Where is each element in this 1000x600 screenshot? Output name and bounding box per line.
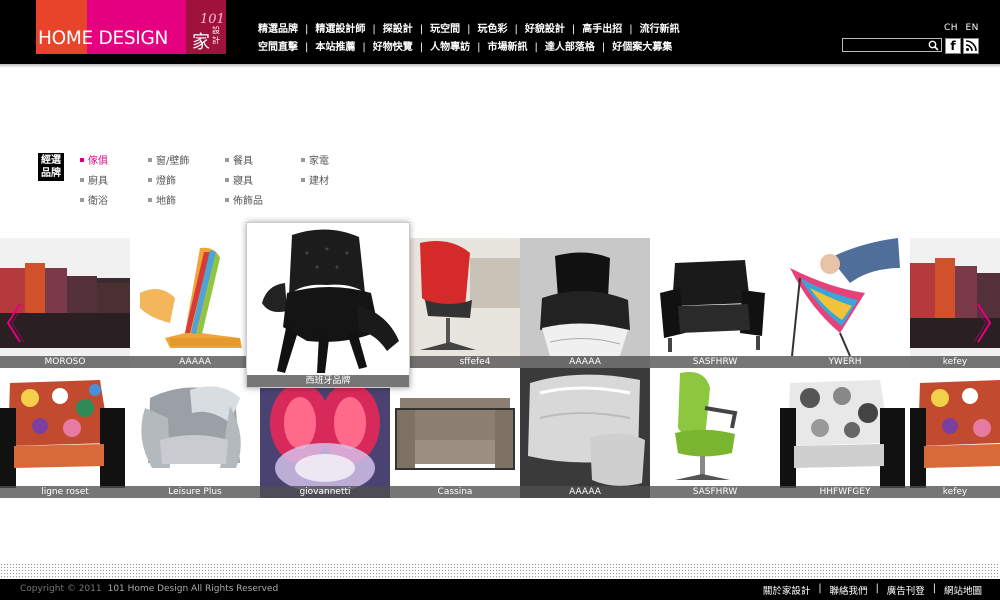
nav-item[interactable]: 空間直擊: [258, 42, 298, 54]
footer-links: 關於家設計 | 聯絡我們 | 廣告刊登 | 網站地圖: [762, 583, 982, 597]
category-label: 經選品牌: [38, 153, 64, 181]
nav-item[interactable]: 好貌設計: [525, 24, 565, 36]
nav-item[interactable]: 流行新訊: [640, 24, 680, 36]
product-caption: YWERH: [780, 356, 910, 368]
footer-link-contact[interactable]: 聯絡我們: [830, 583, 868, 597]
product-caption: SASFHRW: [650, 356, 780, 368]
language-switch: CH EN: [944, 23, 983, 33]
logo[interactable]: 101 HOME DESIGN 家 設計: [36, 0, 226, 54]
product-caption: kefey: [910, 356, 1000, 368]
product-caption: ligne roset: [0, 486, 130, 498]
footer-link-sitemap[interactable]: 網站地圖: [944, 583, 982, 597]
product-caption: giovannetti: [260, 486, 390, 498]
category-materials[interactable]: 建材: [301, 172, 329, 187]
product-caption: Cassina: [390, 486, 520, 498]
page: 101 HOME DESIGN 家 設計 精選品牌 | 精選設計師 | 探設計 | 玩…: [0, 0, 1000, 600]
category-floor[interactable]: 地飾: [148, 192, 176, 207]
product-caption: 西班牙品牌: [247, 375, 409, 387]
footer: Copyright © 2011 101 Home Design All Righ…: [0, 579, 1000, 600]
product-tile-aaaaa-1[interactable]: AAAAA: [130, 238, 260, 368]
nav-item[interactable]: 好個案大募集: [612, 42, 672, 54]
category-tableware[interactable]: 餐具: [225, 152, 253, 167]
nav-item[interactable]: 探設計: [383, 24, 413, 36]
product-image: [675, 372, 738, 480]
facebook-icon[interactable]: f: [945, 38, 961, 54]
product-image: [790, 238, 900, 357]
product-tile-featured[interactable]: 西班牙品牌: [246, 222, 410, 388]
rss-icon[interactable]: [963, 38, 979, 54]
main-nav-row-1: 精選品牌 | 精選設計師 | 探設計 | 玩空間 | 玩色彩 | 好貌設計 | 高手出招 | …: [258, 24, 680, 36]
product-caption: AAAAA: [520, 486, 650, 498]
category-bedding[interactable]: 寢具: [225, 172, 253, 187]
copyright: Copyright © 2011 101 Home Design All Righ…: [20, 584, 279, 594]
product-image: [247, 223, 409, 387]
logo-number: 101: [200, 12, 225, 27]
category-appliance[interactable]: 家電: [301, 152, 329, 167]
category-furniture[interactable]: 傢俱: [80, 152, 108, 167]
nav-item[interactable]: 達人部落格: [545, 42, 595, 54]
product-image: [910, 380, 1000, 488]
nav-item[interactable]: 玩空間: [430, 24, 460, 36]
product-caption: HHFWFGEY: [780, 486, 910, 498]
product-image: [141, 386, 241, 468]
product-image: [140, 247, 242, 348]
nav-item[interactable]: 好物快覽: [373, 42, 413, 54]
product-image: [540, 252, 630, 356]
product-tile-kefey-2[interactable]: kefey: [910, 368, 1000, 498]
product-image: [0, 380, 125, 488]
product-image: [660, 260, 765, 352]
header-shadow: [0, 64, 1000, 68]
product-tile-ywerh[interactable]: YWERH: [780, 238, 910, 368]
product-caption: MOROSO: [0, 356, 130, 368]
product-tile-aaaaa-3[interactable]: AAAAA: [520, 368, 650, 498]
product-caption: Leisure Plus: [130, 486, 260, 498]
product-caption: SASFHRW: [650, 486, 780, 498]
category-window-wall[interactable]: 窗/壁飾: [148, 152, 189, 167]
product-tile-sasfhrw-2[interactable]: SASFHRW: [650, 368, 780, 498]
main-nav-row-2: 空間直擊 | 本站推薦 | 好物快覽 | 人物專訪 | 市場新訊 | 達人部落格 | 好個案…: [258, 42, 673, 54]
lang-ch[interactable]: CH: [944, 23, 958, 33]
nav-item[interactable]: 本站推薦: [315, 42, 355, 54]
search-input[interactable]: [845, 39, 925, 51]
nav-item[interactable]: 玩色彩: [478, 24, 508, 36]
search-icon[interactable]: [928, 40, 939, 51]
product-tile-leisure-plus[interactable]: Leisure Plus: [130, 368, 260, 498]
product-caption: AAAAA: [130, 356, 260, 368]
product-tile-aaaaa-2[interactable]: AAAAA: [520, 238, 650, 368]
category-textiles[interactable]: 佈飾品: [225, 192, 263, 207]
logo-cn-small: 設計: [212, 26, 220, 45]
product-caption: kefey: [910, 486, 1000, 498]
carousel-prev-arrow-icon[interactable]: [4, 302, 24, 344]
category-bathroom[interactable]: 衛浴: [80, 192, 108, 207]
product-caption: AAAAA: [520, 356, 650, 368]
lang-en[interactable]: EN: [965, 23, 978, 33]
nav-item[interactable]: 人物專訪: [430, 42, 470, 54]
nav-item[interactable]: 高手出招: [582, 24, 622, 36]
product-tile-ligne-roset[interactable]: ligne roset: [0, 368, 130, 498]
nav-item[interactable]: 精選設計師: [315, 24, 365, 36]
logo-cn: 家: [192, 32, 210, 53]
nav-item[interactable]: 精選品牌: [258, 24, 298, 36]
carousel-next-arrow-icon[interactable]: [974, 302, 994, 344]
footer-link-advertise[interactable]: 廣告刊登: [887, 583, 925, 597]
search-box: [842, 38, 942, 52]
product-tile-hhfwfgey[interactable]: HHFWFGEY: [780, 368, 910, 498]
product-image: [780, 380, 905, 488]
header: 101 HOME DESIGN 家 設計 精選品牌 | 精選設計師 | 探設計 | 玩…: [0, 0, 1000, 64]
footer-link-about[interactable]: 關於家設計: [763, 583, 811, 597]
logo-text: HOME DESIGN: [38, 28, 169, 49]
product-tile-sasfhrw-1[interactable]: SASFHRW: [650, 238, 780, 368]
nav-item[interactable]: 市場新訊: [488, 42, 528, 54]
category-lighting[interactable]: 燈飾: [148, 172, 176, 187]
category-kitchen[interactable]: 廚具: [80, 172, 108, 187]
product-image: [420, 240, 520, 350]
product-image: [520, 368, 650, 498]
footer-divider: [0, 563, 1000, 579]
